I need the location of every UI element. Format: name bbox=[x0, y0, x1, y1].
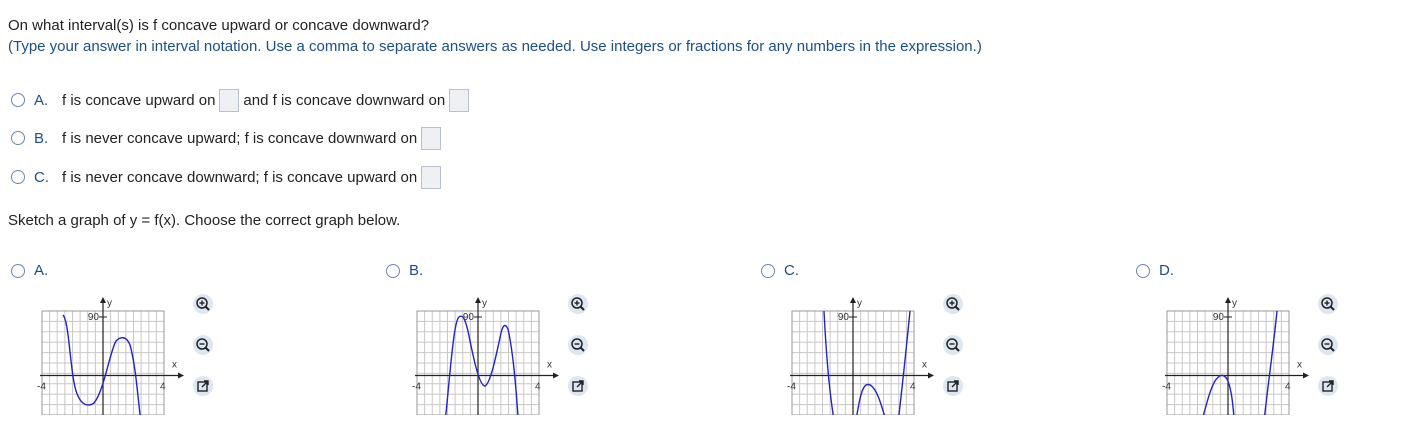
zoom-in-icon[interactable] bbox=[567, 293, 589, 315]
zoom-out-icon[interactable] bbox=[942, 334, 964, 356]
graph-option-a[interactable]: A. bbox=[11, 262, 48, 279]
zoom-in-icon[interactable] bbox=[1317, 293, 1339, 315]
graph-option-b[interactable]: B. bbox=[386, 262, 423, 279]
graph-c-plot: y 90 x -4 4 bbox=[787, 297, 934, 415]
option-c-answer-box[interactable] bbox=[421, 165, 442, 189]
graph-d-ymax-label: 90 bbox=[1213, 312, 1225, 323]
graph-radio-a[interactable] bbox=[11, 263, 25, 278]
graph-b-y-label: y bbox=[482, 298, 487, 309]
graph-d-y-label: y bbox=[1232, 298, 1237, 309]
graph-b-ymax-label: 90 bbox=[463, 312, 475, 323]
graph-a-xmax-label: 4 bbox=[160, 381, 166, 392]
option-b-letter: B. bbox=[34, 129, 49, 147]
option-a-text-middle: and f is concave downward on bbox=[243, 91, 446, 109]
graph-c-xmax-label: 4 bbox=[910, 381, 916, 392]
graph-b: y 90 x -4 4 bbox=[411, 290, 571, 415]
graph-option-d-letter: D. bbox=[1159, 262, 1174, 279]
graph-radio-c[interactable] bbox=[761, 263, 775, 278]
zoom-out-icon[interactable] bbox=[192, 334, 214, 356]
option-b-text: f is never concave upward; f is concave … bbox=[62, 129, 418, 147]
graph-a-plot: y 90 x -4 4 bbox=[37, 297, 184, 415]
question-2-prompt: Sketch a graph of y = f(x). Choose the c… bbox=[8, 212, 401, 229]
graph-b-x-label: x bbox=[547, 359, 552, 370]
question-1-instructions: (Type your answer in interval notation. … bbox=[8, 38, 982, 55]
radio-option-a[interactable] bbox=[11, 93, 25, 107]
radio-option-c[interactable] bbox=[11, 170, 25, 184]
graph-d-xmax-label: 4 bbox=[1285, 381, 1291, 392]
graph-a: y 90 x -4 4 bbox=[36, 290, 196, 415]
graph-d-x-label: x bbox=[1297, 359, 1302, 370]
popout-icon[interactable] bbox=[942, 375, 964, 397]
graph-option-d[interactable]: D. bbox=[1136, 262, 1174, 279]
graph-b-plot: y 90 x -4 4 bbox=[412, 297, 559, 415]
concave-up-answer-box[interactable] bbox=[219, 88, 240, 112]
popout-icon[interactable] bbox=[1317, 375, 1339, 397]
option-c-text: f is never concave downward; f is concav… bbox=[62, 168, 418, 186]
popout-icon[interactable] bbox=[192, 375, 214, 397]
graph-d-plot: y 90 x -4 4 bbox=[1162, 297, 1309, 415]
graph-a-y-label: y bbox=[107, 298, 112, 309]
graph-option-c[interactable]: C. bbox=[761, 262, 799, 279]
zoom-in-icon[interactable] bbox=[192, 293, 214, 315]
zoom-in-icon[interactable] bbox=[942, 293, 964, 315]
graph-option-c-letter: C. bbox=[784, 262, 799, 279]
graph-option-a-letter: A. bbox=[34, 262, 49, 279]
graph-b-xmax-label: 4 bbox=[535, 381, 541, 392]
answer-option-c[interactable]: C. f is never concave downward; f is con… bbox=[11, 164, 445, 190]
graph-radio-b[interactable] bbox=[386, 263, 400, 278]
answer-option-a[interactable]: A. f is concave upward on and f is conca… bbox=[11, 87, 473, 113]
graph-radio-d[interactable] bbox=[1136, 263, 1150, 278]
option-b-answer-box[interactable] bbox=[421, 126, 442, 150]
graph-c-x-label: x bbox=[922, 359, 927, 370]
graph-a-ymax-label: 90 bbox=[88, 312, 100, 323]
graph-d: y 90 x -4 4 bbox=[1161, 290, 1321, 415]
concave-down-answer-box[interactable] bbox=[449, 88, 470, 112]
graph-c: y 90 x -4 4 bbox=[786, 290, 946, 415]
radio-option-b[interactable] bbox=[11, 131, 25, 145]
option-c-letter: C. bbox=[34, 168, 49, 186]
graph-option-b-letter: B. bbox=[409, 262, 424, 279]
graph-c-xmin-label: -4 bbox=[787, 381, 796, 392]
graph-b-xmin-label: -4 bbox=[412, 381, 421, 392]
graph-d-xmin-label: -4 bbox=[1162, 381, 1171, 392]
zoom-out-icon[interactable] bbox=[567, 334, 589, 356]
popout-icon[interactable] bbox=[567, 375, 589, 397]
answer-option-b[interactable]: B. f is never concave upward; f is conca… bbox=[11, 125, 445, 151]
option-a-text: f is concave upward on bbox=[62, 91, 216, 109]
option-a-letter: A. bbox=[34, 91, 49, 109]
zoom-out-icon[interactable] bbox=[1317, 334, 1339, 356]
graph-a-xmin-label: -4 bbox=[37, 381, 46, 392]
graph-c-y-label: y bbox=[857, 298, 862, 309]
question-1-prompt: On what interval(s) is f concave upward … bbox=[8, 17, 430, 34]
graph-a-x-label: x bbox=[172, 359, 177, 370]
graph-c-ymax-label: 90 bbox=[838, 312, 850, 323]
